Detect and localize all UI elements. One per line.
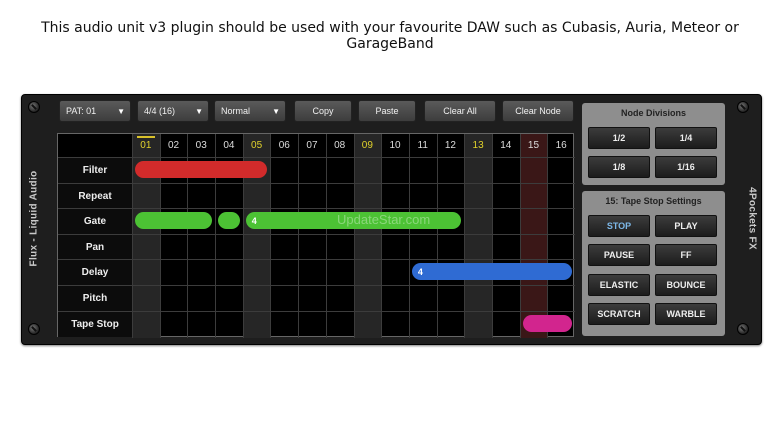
screw-icon <box>28 323 40 335</box>
division-button[interactable]: 1/16 <box>655 156 717 178</box>
paste-button[interactable]: Paste <box>358 100 416 122</box>
step-column[interactable] <box>464 134 492 338</box>
time-signature-value: 4/4 (16) <box>144 106 176 116</box>
division-button[interactable]: 1/2 <box>588 127 650 149</box>
tape-stop-panel: 15: Tape Stop Settings STOP PLAY PAUSE F… <box>582 191 725 336</box>
step-column[interactable] <box>491 134 520 338</box>
clear-node-button[interactable]: Clear Node <box>502 100 574 122</box>
scratch-button[interactable]: SCRATCH <box>588 303 650 325</box>
step-number: 02 <box>167 140 180 151</box>
automation-node-bar[interactable] <box>218 212 240 230</box>
step-column[interactable] <box>270 134 298 338</box>
caption-text: This audio unit v3 plugin should be used… <box>41 20 739 52</box>
row-divider <box>58 310 575 312</box>
step-column[interactable] <box>547 134 575 338</box>
step-number: 13 <box>472 140 484 151</box>
warble-button[interactable]: WARBLE <box>655 303 717 325</box>
effect-row-label: Pan <box>58 234 132 260</box>
node-divisions-title: Node Divisions <box>620 108 686 118</box>
row-divider <box>58 157 575 158</box>
step-number: 09 <box>361 140 373 151</box>
step-number: 10 <box>389 140 401 151</box>
step-number: 08 <box>334 140 346 151</box>
step-column[interactable] <box>519 134 548 338</box>
step-number: 12 <box>444 140 456 151</box>
effect-row-label: Repeat <box>58 183 132 209</box>
chevron-down-icon: ▼ <box>117 106 125 116</box>
automation-node-bar[interactable] <box>522 314 572 332</box>
time-signature-dropdown[interactable]: 4/4 (16) ▼ <box>137 100 209 122</box>
screw-icon <box>737 323 749 335</box>
clear-all-button[interactable]: Clear All <box>424 100 496 122</box>
pattern-value: PAT: 01 <box>66 106 97 116</box>
tape-stop-title: 15: Tape Stop Settings <box>605 196 702 206</box>
chevron-down-icon: ▼ <box>272 106 280 116</box>
row-divider <box>58 259 575 261</box>
step-column[interactable] <box>381 134 409 338</box>
screw-icon <box>737 101 749 113</box>
brand-label-left: Flux - Liquid Audio <box>28 170 40 267</box>
effect-row-label: Delay <box>58 260 132 286</box>
step-number: 07 <box>306 140 318 151</box>
watermark-text: UpdateStar.com <box>337 212 431 227</box>
step-number: 03 <box>195 140 207 151</box>
step-column[interactable] <box>325 134 354 338</box>
row-divider <box>58 182 575 184</box>
step-column[interactable] <box>408 134 437 338</box>
play-button[interactable]: PLAY <box>655 215 717 237</box>
effect-row-label: Gate <box>58 209 132 235</box>
elastic-button[interactable]: ELASTIC <box>588 274 650 296</box>
effect-row-label: Filter <box>58 158 132 183</box>
step-number: 06 <box>278 140 290 151</box>
copy-button[interactable]: Copy <box>294 100 352 122</box>
playhead-marker <box>137 136 155 138</box>
mode-dropdown[interactable]: Normal ▼ <box>214 100 286 122</box>
automation-node-bar[interactable]: 4 <box>411 263 572 281</box>
ff-button[interactable]: FF <box>655 244 717 266</box>
step-number: 14 <box>500 140 512 151</box>
effect-row-label: Tape Stop <box>58 311 132 337</box>
sequencer-grid[interactable]: 01 02 03 04 05 06 07 08 09 10 11 12 13 14 15 16 Filter Re… <box>57 133 575 338</box>
step-number: 05 <box>251 140 263 151</box>
step-number: 11 <box>417 140 428 151</box>
pattern-dropdown[interactable]: PAT: 01 ▼ <box>59 100 131 122</box>
node-divisions-panel: Node Divisions 1/2 1/4 1/8 1/16 <box>582 103 725 185</box>
step-column[interactable] <box>353 134 382 338</box>
step-number: 16 <box>555 140 567 151</box>
automation-node-bar[interactable] <box>135 212 213 230</box>
bounce-button[interactable]: BOUNCE <box>655 274 717 296</box>
division-button[interactable]: 1/8 <box>588 156 650 178</box>
step-number: 15 <box>527 140 540 151</box>
mode-value: Normal <box>221 106 251 116</box>
brand-label-right: 4Pockets FX <box>746 187 758 250</box>
step-column[interactable] <box>436 134 465 338</box>
row-divider <box>58 233 575 235</box>
effect-row-label: Pitch <box>58 286 132 311</box>
pause-button[interactable]: PAUSE <box>588 244 650 266</box>
stop-button[interactable]: STOP <box>588 215 650 237</box>
row-divider <box>58 285 575 286</box>
row-divider <box>58 208 575 210</box>
step-number: 04 <box>223 140 235 151</box>
chevron-down-icon: ▼ <box>195 106 203 116</box>
automation-node-bar[interactable] <box>135 161 268 178</box>
step-column[interactable] <box>298 134 326 338</box>
division-button[interactable]: 1/4 <box>655 127 717 149</box>
screw-icon <box>28 101 40 113</box>
